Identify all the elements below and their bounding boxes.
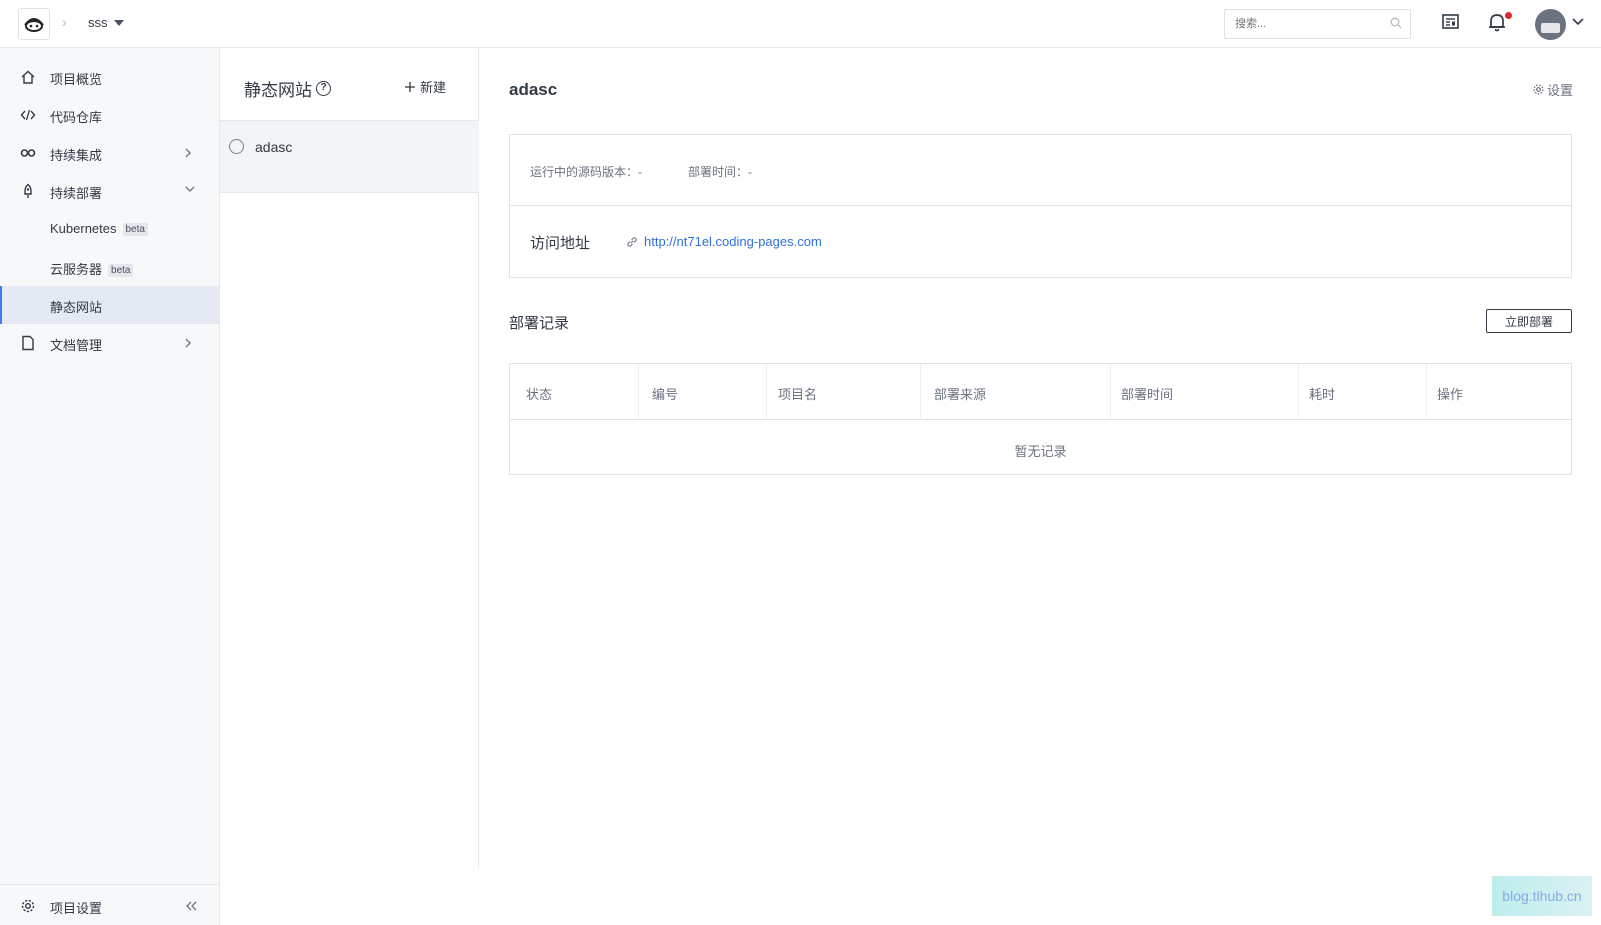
chevron-right-icon: › bbox=[62, 14, 67, 30]
section-title: 部署记录 bbox=[509, 315, 570, 332]
deploy-records-table: 状态 编号 项目名 部署来源 部署时间 耗时 操作 暂无记录 bbox=[509, 363, 1572, 475]
column-divider bbox=[1426, 364, 1427, 420]
sidebar-item-label: 静态网站 bbox=[50, 300, 103, 315]
gear-icon bbox=[1533, 84, 1544, 95]
sidebar-item-label: 项目概览 bbox=[50, 72, 103, 87]
column-header: 部署来源 bbox=[934, 387, 987, 402]
column-header: 项目名 bbox=[778, 387, 818, 402]
plus-icon bbox=[405, 81, 415, 92]
project-name: sss bbox=[88, 15, 108, 30]
search-input[interactable] bbox=[1224, 9, 1411, 39]
new-site-label: 新建 bbox=[420, 80, 447, 95]
beta-badge: beta bbox=[122, 223, 148, 236]
access-label: 访问地址 bbox=[530, 235, 591, 252]
column-divider bbox=[920, 364, 921, 420]
sidebar-item-label: 文档管理 bbox=[50, 338, 103, 353]
chevron-right-icon bbox=[185, 148, 191, 158]
coding-logo[interactable] bbox=[18, 8, 50, 40]
column-divider bbox=[1110, 364, 1111, 420]
infinity-icon bbox=[20, 149, 36, 157]
sidebar-footer: 项目设置 bbox=[0, 884, 219, 925]
sidebar-item-kubernetes[interactable]: Kubernetes beta bbox=[0, 210, 219, 248]
sidebar-item-label: 持续部署 bbox=[50, 186, 103, 201]
chevron-down-icon[interactable] bbox=[1572, 18, 1584, 26]
news-icon[interactable] bbox=[1441, 12, 1460, 31]
deploy-info-row: 运行中的源码版本：- 部署时间：- bbox=[510, 135, 1571, 206]
status-circle-icon bbox=[229, 139, 244, 154]
sidebar-item-label: Kubernetes bbox=[50, 221, 117, 236]
column-divider bbox=[1298, 364, 1299, 420]
sidebar-item-overview[interactable]: 项目概览 bbox=[0, 58, 219, 96]
table-header: 状态 编号 项目名 部署来源 部署时间 耗时 操作 bbox=[510, 364, 1571, 420]
column-header: 编号 bbox=[652, 387, 679, 402]
sidebar-item-ci[interactable]: 持续集成 bbox=[0, 134, 219, 172]
access-url-link[interactable]: http://nt71el.coding-pages.com bbox=[626, 234, 822, 249]
help-icon[interactable]: ? bbox=[316, 81, 331, 96]
sidebar-item-docs[interactable]: 文档管理 bbox=[0, 324, 219, 362]
sidebar-item-label-wrap: 云服务器 beta bbox=[50, 259, 134, 278]
site-list-panel: 静态网站 ? 新建 adasc bbox=[220, 48, 479, 868]
new-site-button[interactable]: 新建 bbox=[404, 77, 446, 96]
empty-state: 暂无记录 bbox=[1014, 444, 1067, 459]
notification-dot bbox=[1505, 12, 1512, 19]
logo-icon bbox=[24, 18, 44, 32]
settings-label: 设置 bbox=[1547, 83, 1574, 98]
column-header: 操作 bbox=[1437, 387, 1464, 402]
column-header: 耗时 bbox=[1309, 387, 1336, 402]
sidebar-item-cd[interactable]: 持续部署 bbox=[0, 172, 219, 210]
panel-title-text: 静态网站 bbox=[244, 81, 312, 100]
column-header: 部署时间 bbox=[1121, 387, 1174, 402]
caret-down-icon bbox=[113, 19, 124, 26]
code-icon bbox=[20, 109, 36, 121]
search-icon[interactable] bbox=[1390, 17, 1402, 29]
settings-button[interactable]: 设置 bbox=[1532, 80, 1573, 99]
column-header: 状态 bbox=[526, 387, 553, 402]
access-row: 访问地址 http://nt71el.coding-pages.com bbox=[510, 206, 1571, 278]
sidebar: 项目概览 代码仓库 持续集成 持续部署 Kubernetes beta 云服务器 b… bbox=[0, 48, 220, 925]
list-item[interactable]: adasc bbox=[220, 120, 479, 193]
project-settings-button[interactable]: 项目设置 bbox=[0, 887, 219, 925]
sidebar-item-cloud-server[interactable]: 云服务器 beta bbox=[0, 248, 219, 286]
chevron-down-icon bbox=[185, 186, 195, 192]
document-icon bbox=[22, 335, 34, 351]
home-icon bbox=[21, 70, 35, 84]
collapse-icon[interactable] bbox=[184, 900, 198, 912]
sidebar-item-code-repo[interactable]: 代码仓库 bbox=[0, 96, 219, 134]
sidebar-item-label: 持续集成 bbox=[50, 148, 103, 163]
top-bar: › sss bbox=[0, 0, 1601, 48]
rocket-icon bbox=[24, 183, 32, 198]
sidebar-item-label: 项目设置 bbox=[50, 901, 103, 916]
bell-icon[interactable] bbox=[1488, 12, 1506, 32]
gear-icon bbox=[21, 899, 35, 913]
site-info-card: 运行中的源码版本：- 部署时间：- 访问地址 http://nt71el.cod… bbox=[509, 134, 1572, 278]
avatar[interactable] bbox=[1535, 9, 1566, 40]
link-icon bbox=[627, 236, 637, 247]
column-divider bbox=[766, 364, 767, 420]
watermark: blog.tlhub.cn bbox=[1492, 876, 1592, 916]
sidebar-item-label-wrap: Kubernetes beta bbox=[50, 221, 148, 236]
sidebar-item-static-site[interactable]: 静态网站 bbox=[0, 286, 219, 324]
site-name: adasc bbox=[255, 139, 293, 155]
sidebar-item-label: 代码仓库 bbox=[50, 110, 103, 125]
deploy-now-button[interactable]: 立即部署 bbox=[1486, 309, 1572, 333]
page-title: adasc bbox=[509, 80, 558, 99]
beta-badge: beta bbox=[108, 264, 134, 277]
deploy-time: 部署时间：- bbox=[688, 165, 752, 179]
column-divider bbox=[638, 364, 639, 420]
access-url: http://nt71el.coding-pages.com bbox=[644, 234, 822, 249]
sidebar-item-label: 云服务器 bbox=[50, 262, 103, 277]
running-version: 运行中的源码版本：- bbox=[530, 165, 642, 179]
chevron-right-icon bbox=[185, 338, 191, 348]
panel-title: 静态网站 ? bbox=[244, 76, 331, 101]
project-switcher[interactable]: sss bbox=[88, 15, 124, 30]
